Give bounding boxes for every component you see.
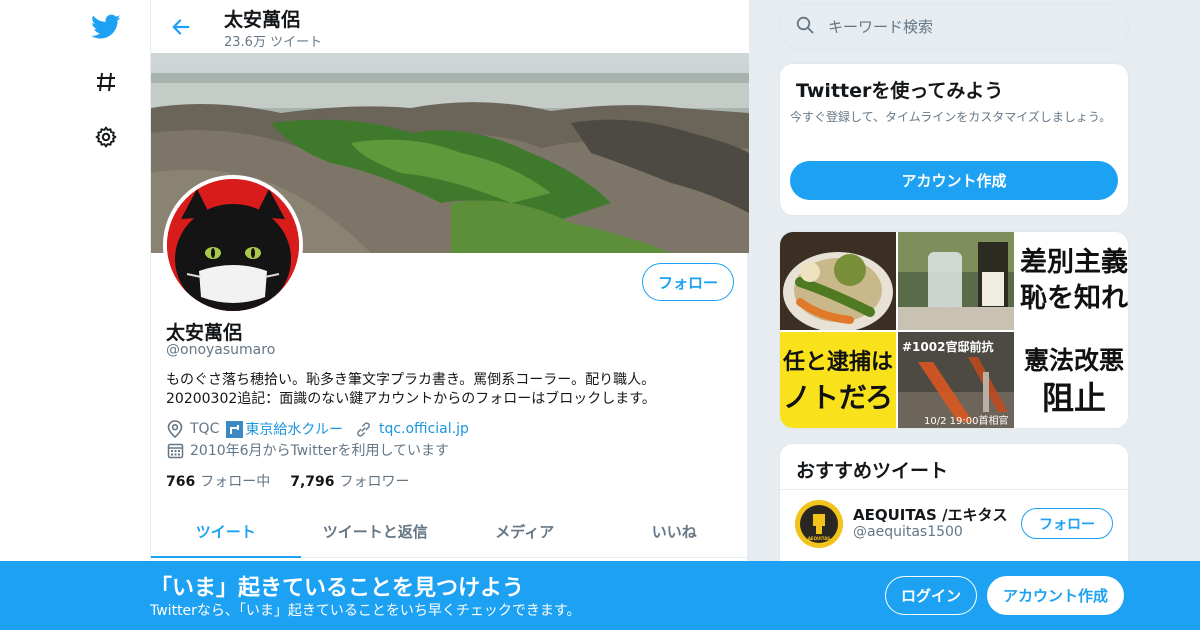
profile-handle: @onoyasumaro	[166, 342, 276, 358]
media-tile-5-time: 10/2 19:00首相官	[924, 416, 1009, 427]
bottom-bar-title: 「いま」起きていることを見つけよう	[150, 576, 525, 601]
media-tile-6-line-1: 憲法改悪	[1023, 346, 1124, 375]
bio-line-2: 20200302追記：面識のない鍵アカウントからのフォローはブロックします。	[166, 391, 656, 407]
profile-meta-row: TQC 東京給水クルー tqc.official.jp	[166, 419, 469, 439]
gear-icon[interactable]	[88, 119, 124, 155]
recommended-handle: @aequitas1500	[853, 524, 963, 540]
profile-bio: ものぐさ落ち穂拾い。恥多き筆文字プラカ書き。罵倒系コーラー。配り職人。 2020…	[166, 371, 736, 409]
recommended-title: おすすめツイート	[796, 460, 949, 482]
profile-location: TQC	[190, 421, 220, 437]
profile-joined: 2010年6月からTwitterを利用しています	[190, 443, 450, 459]
hashtag-icon[interactable]	[88, 64, 124, 100]
back-arrow-icon[interactable]	[165, 12, 197, 42]
signup-button[interactable]: アカウント作成	[987, 576, 1124, 615]
following-stat[interactable]: 766 フォロー中	[166, 471, 270, 491]
recommended-name[interactable]: AEQUITAS /エキタス	[853, 504, 1008, 525]
calendar-icon	[166, 441, 184, 459]
tab-media[interactable]: メディア	[450, 505, 600, 557]
followers-stat[interactable]: 7,796 フォロワー	[290, 471, 409, 491]
profile-header: 太安萬侶 23.6万 ツイート	[151, 0, 749, 53]
twitter-bird-icon[interactable]	[88, 9, 124, 45]
media-tile-4-line-2: ノトだろ	[782, 381, 894, 414]
recommended-avatar-text: AEQUITAS	[807, 536, 831, 541]
login-button[interactable]: ログイン	[885, 576, 977, 615]
profile-location-extra[interactable]: 東京給水クルー	[245, 419, 343, 439]
link-icon	[355, 420, 373, 438]
media-tile-6[interactable]: 憲法改悪 阻止	[1016, 332, 1128, 428]
profile-stats: 766 フォロー中 7,796 フォロワー	[166, 471, 410, 491]
profile-joined-row: 2010年6月からTwitterを利用しています	[166, 440, 449, 460]
media-tile-3-line-2: 恥を知れ	[1020, 283, 1128, 314]
media-tile-4[interactable]: 任と逮捕は ノトだろ	[780, 332, 896, 428]
media-tile-1[interactable]	[780, 232, 896, 330]
signup-title: Twitterを使ってみよう	[796, 80, 1004, 102]
recommended-follow-button[interactable]: フォロー	[1021, 508, 1113, 539]
signup-card-button[interactable]: アカウント作成	[790, 161, 1118, 200]
profile-tabs: ツイート ツイートと返信 メディア いいね	[151, 505, 749, 558]
tab-tweets-and-replies[interactable]: ツイートと返信	[301, 505, 451, 557]
following-count: 766	[166, 474, 196, 490]
search-icon	[796, 16, 814, 38]
media-tile-5[interactable]: #1002官邸前抗 10/2 19:00首相官	[898, 332, 1014, 428]
media-tile-2[interactable]	[898, 232, 1014, 330]
search-input[interactable]	[828, 18, 1108, 36]
water-tap-emoji-icon	[226, 420, 244, 438]
tab-likes[interactable]: いいね	[600, 505, 750, 557]
profile-website-link[interactable]: tqc.official.jp	[379, 421, 469, 437]
profile-column: 太安萬侶 23.6万 ツイート フォロー 太安萬侶 @onoyasumaro も…	[150, 0, 749, 630]
bottom-signup-bar: 「いま」起きていることを見つけよう Twitterなら、「いま」起きていることを…	[0, 561, 1200, 630]
media-grid: 差別主義 恥を知れ 任と逮捕は ノトだろ #1002官邸前抗 10/2 19:0…	[779, 231, 1129, 429]
media-tile-3[interactable]: 差別主義 恥を知れ	[1016, 232, 1128, 330]
profile-avatar[interactable]	[163, 175, 303, 315]
bio-line-1: ものぐさ落ち穂拾い。恥多き筆文字プラカ書き。罵倒系コーラー。配り職人。	[166, 372, 656, 388]
following-label: フォロー中	[200, 474, 271, 490]
left-nav	[0, 0, 150, 630]
recommended-divider	[780, 489, 1128, 490]
search-box[interactable]	[779, 4, 1129, 50]
media-tile-5-caption: #1002官邸前抗	[902, 340, 994, 354]
location-pin-icon	[166, 420, 184, 438]
header-title: 太安萬侶	[224, 9, 301, 31]
signup-card: Twitterを使ってみよう 今すぐ登録して、タイムラインをカスタマイズしましょ…	[779, 63, 1129, 216]
tab-tweets[interactable]: ツイート	[151, 505, 301, 558]
followers-label: フォロワー	[339, 474, 410, 490]
media-tile-3-line-1: 差別主義	[1020, 247, 1128, 278]
tweet-count: 23.6万 ツイート	[224, 35, 323, 50]
media-tile-6-line-2: 阻止	[1041, 379, 1106, 417]
media-tile-4-line-1: 任と逮捕は	[782, 349, 893, 375]
signup-description: 今すぐ登録して、タイムラインをカスタマイズしましょう。	[790, 110, 1112, 124]
bottom-bar-subtitle: Twitterなら、「いま」起きていることをいち早くチェックできます。	[150, 603, 581, 619]
recommended-avatar[interactable]: AEQUITAS	[795, 500, 843, 548]
followers-count: 7,796	[290, 474, 335, 490]
profile-name: 太安萬侶	[166, 322, 243, 344]
follow-button[interactable]: フォロー	[642, 263, 734, 301]
